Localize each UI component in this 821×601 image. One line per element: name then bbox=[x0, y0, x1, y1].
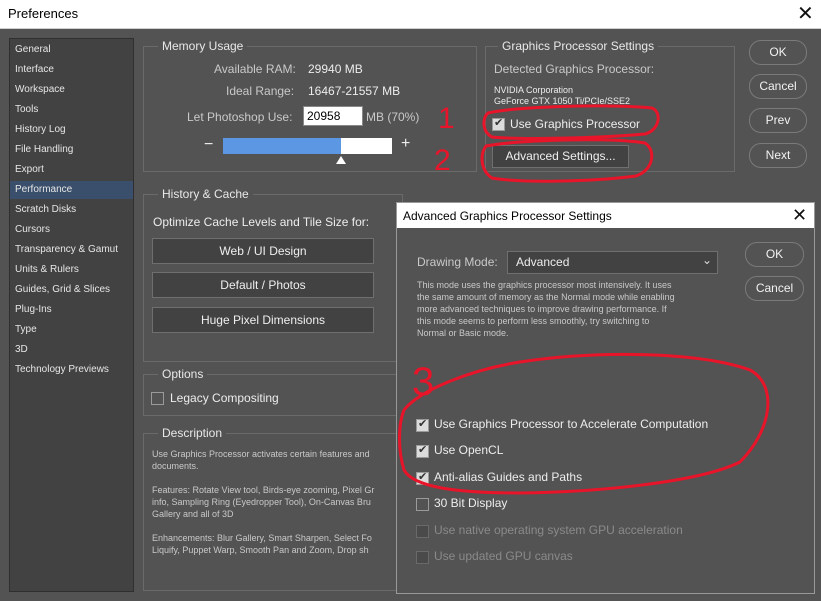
annotation-circle-2 bbox=[480, 138, 654, 183]
annotation-overlay: 1 2 3 bbox=[398, 102, 770, 495]
annotation-number-2: 2 bbox=[434, 144, 451, 177]
annotation-number-1: 1 bbox=[438, 102, 455, 135]
annotation-circle-1 bbox=[482, 104, 660, 140]
annotation-circle-3 bbox=[398, 352, 770, 495]
annotation-number-3: 3 bbox=[412, 360, 434, 404]
